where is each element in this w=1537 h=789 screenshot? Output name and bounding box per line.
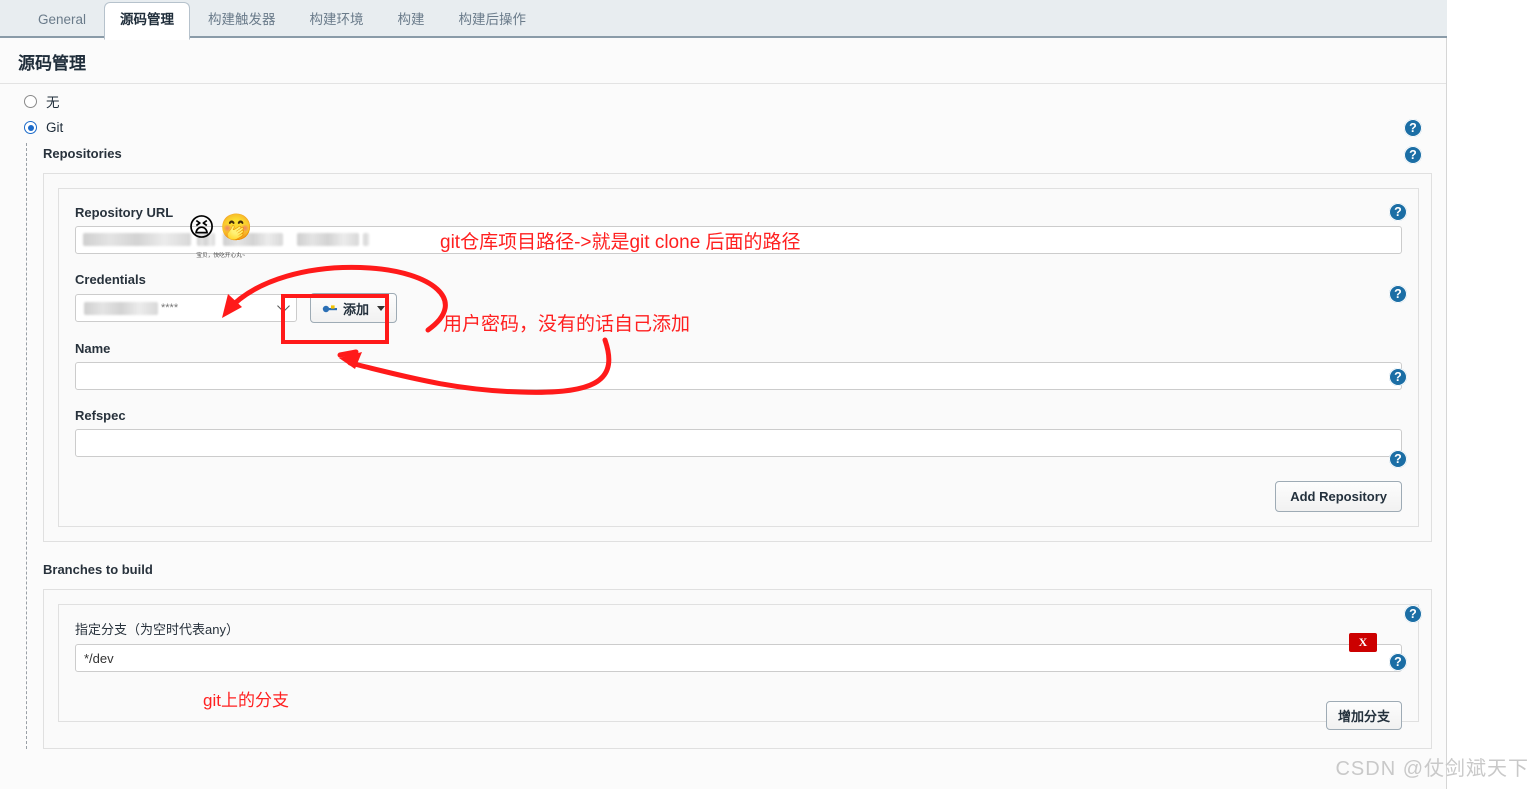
scm-option-git[interactable]: Git	[0, 111, 1446, 135]
emoji-sticker-2: 🤭	[220, 212, 253, 242]
help-icon-credentials[interactable]: ?	[1389, 285, 1407, 303]
redacted-text	[84, 301, 158, 315]
repository-name-input[interactable]	[75, 362, 1402, 390]
add-branch-label: 增加分支	[1337, 709, 1390, 724]
credentials-label: Credentials	[75, 272, 146, 287]
help-icon-name[interactable]: ?	[1389, 368, 1407, 386]
tab-label: 构建后操作	[458, 11, 527, 27]
tab-post-build-actions[interactable]: 构建后操作	[443, 2, 543, 38]
radio-none[interactable]	[24, 94, 37, 108]
git-settings-block: Repositories Repository URL 😫 🤭 宝贝，快吃开心丸…	[26, 143, 1446, 749]
credentials-select[interactable]: ****	[75, 294, 297, 322]
redacted-text	[363, 233, 369, 246]
scm-option-none[interactable]: 无	[0, 84, 1446, 111]
emoji-sticker-caption: 宝贝，快吃开心丸~	[196, 253, 246, 259]
scm-config-panel: 源码管理 无 Git ? ? Repositories Repository U…	[0, 38, 1447, 789]
branch-specifier-input[interactable]	[75, 644, 1402, 672]
repositories-label: Repositories	[43, 146, 122, 161]
help-icon-branch-specifier[interactable]: ?	[1389, 653, 1407, 671]
help-icon-git[interactable]: ?	[1404, 119, 1422, 137]
radio-git[interactable]	[24, 121, 37, 134]
add-repository-button[interactable]: Add Repository	[1275, 481, 1402, 512]
help-icon-refspec[interactable]: ?	[1389, 450, 1407, 468]
redacted-text	[83, 233, 191, 246]
refspec-label: Refspec	[75, 408, 126, 423]
repository-entry: Repository URL 😫 🤭 宝贝，快吃开心丸~ ? Credentia…	[58, 188, 1419, 527]
tab-build[interactable]: 构建	[382, 2, 441, 38]
tab-general[interactable]: General	[22, 2, 102, 38]
name-label: Name	[75, 341, 111, 356]
scm-option-label: 无	[46, 95, 60, 110]
repository-url-label: Repository URL	[75, 205, 174, 220]
add-credentials-button[interactable]: 添加	[310, 293, 398, 323]
branch-specifier-label: 指定分支（为空时代表any）	[75, 622, 239, 637]
repositories-panel: Repository URL 😫 🤭 宝贝，快吃开心丸~ ? Credentia…	[43, 173, 1432, 542]
tab-source-code-management[interactable]: 源码管理	[104, 2, 191, 40]
watermark: CSDN @仗剑斌天下	[1335, 758, 1529, 780]
refspec-input[interactable]	[75, 429, 1402, 457]
help-icon-repository-url[interactable]: ?	[1389, 203, 1407, 221]
tab-label: General	[38, 11, 87, 27]
add-credentials-label: 添加	[343, 301, 370, 317]
redacted-text	[297, 233, 359, 246]
add-branch-button[interactable]: 增加分支	[1325, 701, 1402, 730]
add-repository-label: Add Repository	[1290, 489, 1387, 504]
chevron-down-icon	[277, 299, 290, 313]
tab-build-environment[interactable]: 构建环境	[294, 2, 380, 38]
delete-branch-button[interactable]: X	[1349, 633, 1377, 652]
page-title: 源码管理	[0, 38, 1446, 84]
jenkins-job-config-page: General 源码管理 构建触发器 构建环境 构建 构建后操作 源码管理 无 …	[0, 0, 1537, 789]
branches-to-build-label: Branches to build	[43, 562, 153, 577]
branch-entry: 指定分支（为空时代表any） 增加分支	[58, 604, 1419, 730]
tab-label: 构建触发器	[208, 11, 276, 27]
tab-label: 源码管理	[120, 12, 175, 28]
tab-build-triggers[interactable]: 构建触发器	[192, 2, 292, 38]
key-icon	[322, 302, 338, 314]
scm-option-label: Git	[46, 120, 64, 135]
chevron-down-icon	[377, 305, 386, 311]
credentials-value: ****	[161, 302, 179, 314]
branches-panel: 指定分支（为空时代表any） 增加分支	[43, 589, 1432, 749]
tab-label: 构建	[397, 11, 425, 27]
emoji-sticker-1: 😫	[188, 212, 216, 242]
config-tab-bar: General 源码管理 构建触发器 构建环境 构建 构建后操作	[0, 0, 1447, 40]
help-icon-branches[interactable]: ?	[1404, 605, 1422, 623]
tab-label: 构建环境	[309, 11, 364, 27]
